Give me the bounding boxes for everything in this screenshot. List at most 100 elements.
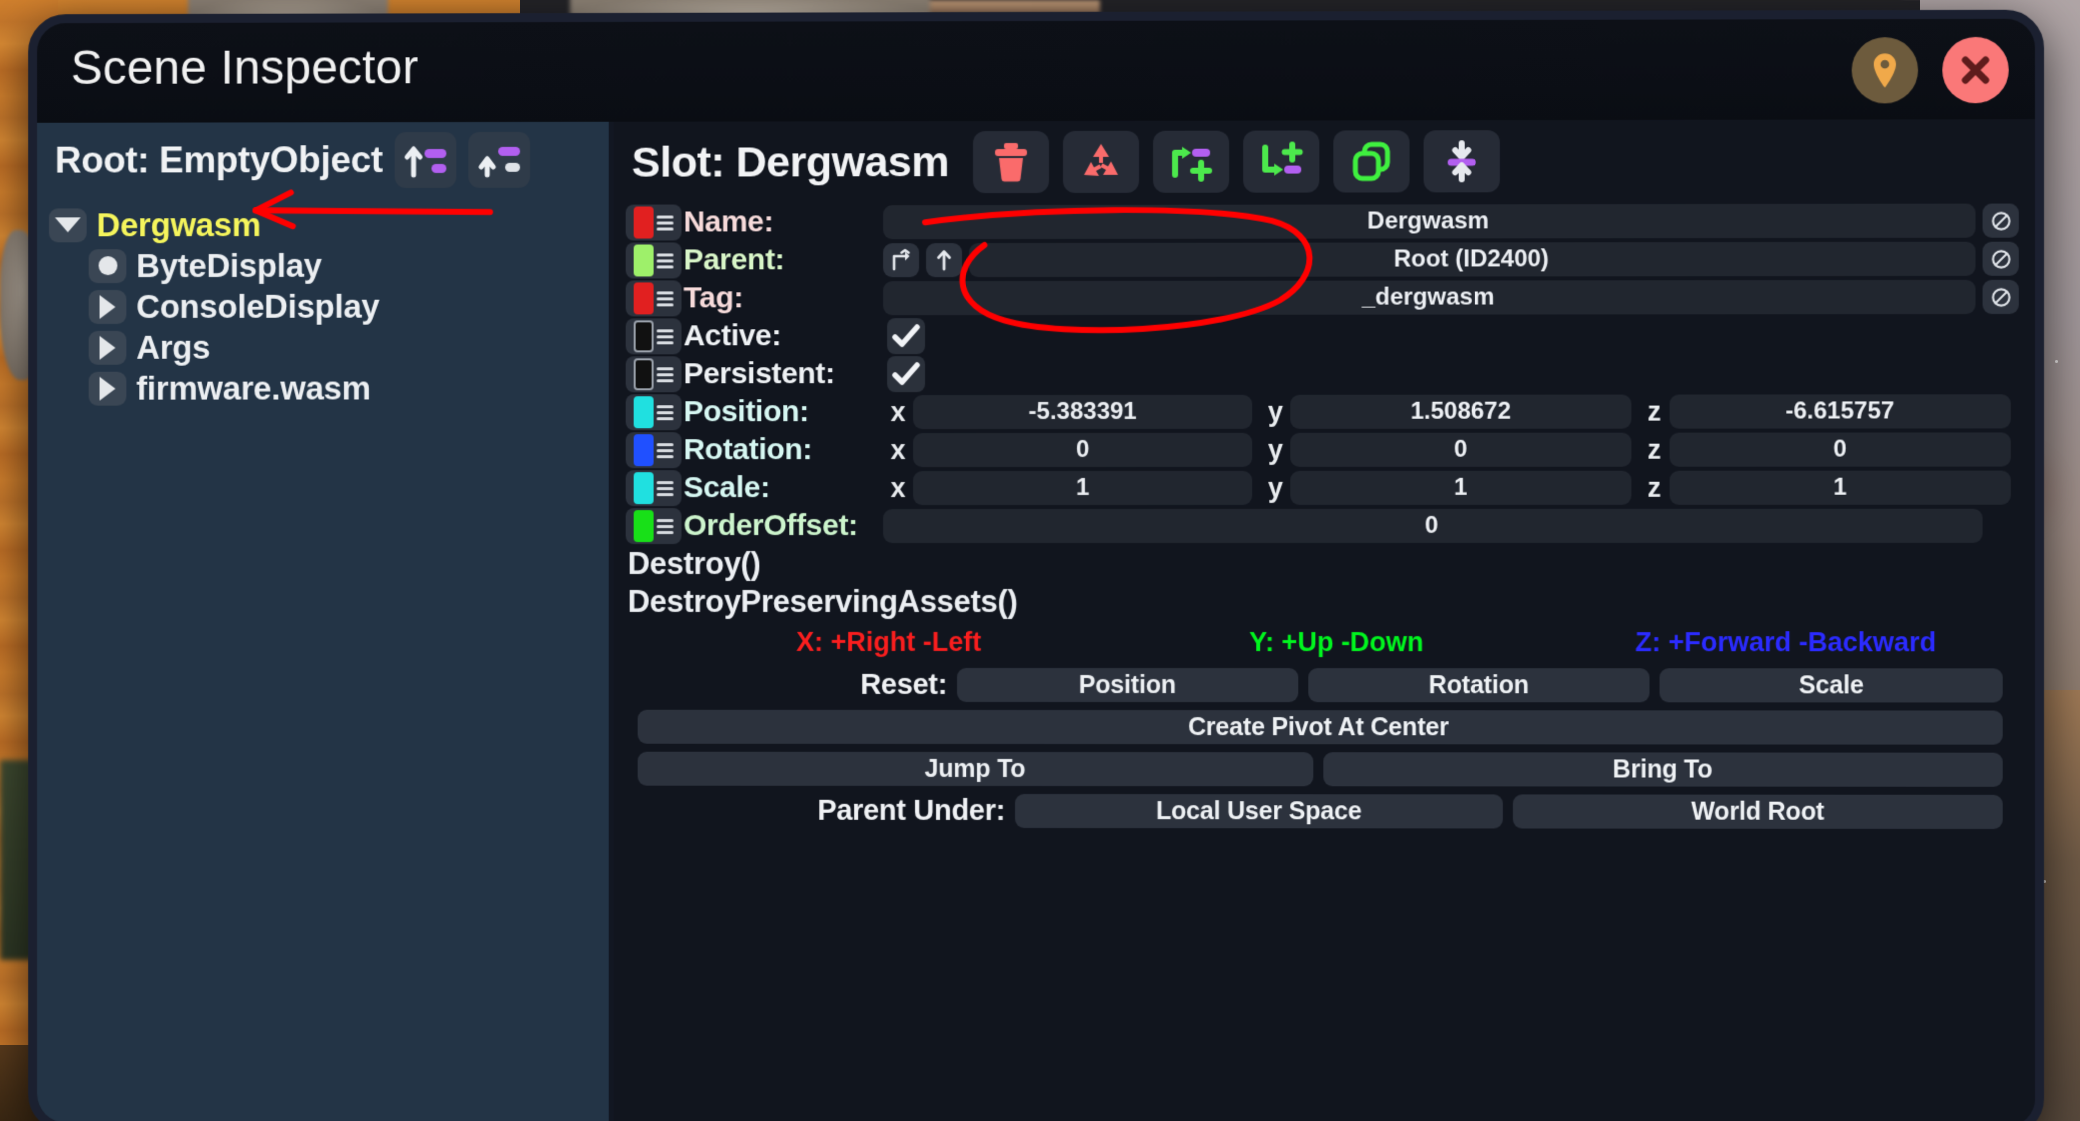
property-color-chip — [633, 206, 654, 239]
bring-to-button[interactable]: Bring To — [1323, 752, 2003, 787]
add-child-slot-button[interactable] — [1153, 130, 1230, 193]
parent-under-row: Parent Under: Local User Space World Root — [626, 791, 2019, 832]
property-color-chip — [633, 358, 654, 391]
set-null-button[interactable] — [1982, 203, 2019, 238]
property-handle-scale[interactable] — [625, 470, 682, 507]
collapse-button[interactable] — [1423, 130, 1500, 193]
property-handle-name[interactable] — [625, 204, 682, 241]
property-handle-position[interactable] — [625, 394, 682, 431]
triangle-down-icon — [54, 217, 81, 233]
duplicate-recycle-button[interactable] — [1062, 130, 1140, 193]
tree-item-firmware-wasm[interactable]: firmware.wasm — [47, 367, 609, 408]
close-button[interactable] — [1942, 36, 2009, 104]
property-color-chip — [633, 244, 654, 277]
parent-under-world-root-button[interactable]: World Root — [1512, 794, 2003, 829]
property-color-chip — [633, 320, 654, 353]
vector-fields: x1y1z1 — [883, 470, 2019, 506]
drag-handle-icon — [656, 442, 674, 458]
input-rotation-x[interactable]: 0 — [913, 432, 1253, 468]
jump-to-button[interactable]: Jump To — [637, 751, 1314, 787]
drag-handle-icon — [656, 366, 674, 382]
window-titlebar: Scene Inspector — [37, 18, 2035, 123]
tree-item-consoledisplay[interactable]: ConsoleDisplay — [47, 285, 609, 326]
add-sibling-slot-button[interactable] — [1243, 130, 1320, 193]
input-rotation-y[interactable]: 0 — [1290, 432, 1632, 467]
property-label: Name: — [683, 205, 774, 239]
triangle-right-icon[interactable] — [88, 289, 127, 324]
property-label-group: Position: — [625, 394, 883, 431]
property-label: Position: — [683, 395, 809, 429]
dot-icon — [98, 256, 117, 276]
input-name[interactable]: Dergwasm — [883, 203, 1976, 240]
arrow-up-icon — [937, 250, 952, 271]
triangle-right-icon — [99, 294, 116, 319]
property-row-tag: Tag: _dergwasm — [625, 278, 2019, 318]
slot-inspector-panel: Slot: Dergwasm Name: Dergwasm Parent: Ro… — [613, 119, 2035, 1121]
tree-item-label: Dergwasm — [96, 205, 261, 243]
arrow-corner-plus-icon — [1259, 141, 1303, 176]
input-parent[interactable]: Root (ID2400) — [969, 241, 1976, 278]
parent-under-local-user-space-button[interactable]: Local User Space — [1015, 793, 1503, 829]
set-null-button[interactable] — [1982, 279, 2019, 315]
location-pin-button[interactable] — [1851, 37, 1919, 104]
tree-item-dergwasm[interactable]: Dergwasm — [47, 204, 609, 246]
move-up-button[interactable] — [926, 243, 963, 278]
axis-label-z: z — [1647, 396, 1661, 427]
property-label-group: Parent: — [625, 242, 883, 279]
triangle-right-icon[interactable] — [88, 330, 127, 365]
checkbox-persistent[interactable] — [887, 356, 926, 393]
reset-scale-button[interactable]: Scale — [1659, 668, 2003, 703]
delete-slot-button[interactable] — [972, 130, 1049, 194]
move-up-button[interactable] — [468, 131, 531, 188]
method-button-destroypreservingassets[interactable]: DestroyPreservingAssets() — [626, 583, 2019, 621]
tree-item-label: firmware.wasm — [136, 369, 371, 407]
input-position-y[interactable]: 1.508672 — [1290, 394, 1632, 429]
property-value-group: _dergwasm — [883, 279, 2019, 316]
tree-item-bytedisplay[interactable]: ByteDisplay — [47, 245, 609, 287]
dot-icon[interactable] — [88, 248, 127, 283]
goto-parent-button[interactable] — [883, 243, 920, 278]
property-handle-tag[interactable] — [625, 280, 682, 317]
input-scale-z[interactable]: 1 — [1669, 470, 2011, 505]
axis-label-x: x — [890, 434, 906, 465]
triangle-right-icon[interactable] — [88, 371, 127, 406]
property-row-position: Position: x -5.383391 y 1.508672 z -6.615757 — [625, 392, 2019, 431]
input-scale-x[interactable]: 1 — [913, 470, 1253, 506]
tree-item-args[interactable]: Args — [47, 326, 609, 367]
input-tag[interactable]: _dergwasm — [883, 279, 1976, 316]
null-icon — [1989, 285, 2012, 308]
parent-under-label: Parent Under: — [817, 794, 1006, 827]
property-color-chip — [633, 510, 654, 543]
input-position-x[interactable]: -5.383391 — [913, 394, 1253, 430]
property-handle-active[interactable] — [625, 318, 682, 355]
property-handle-parent[interactable] — [625, 242, 682, 279]
triangle-down-icon[interactable] — [48, 207, 87, 242]
property-label-group: Name: — [625, 204, 883, 241]
property-handle-rotation[interactable] — [625, 432, 682, 469]
create-pivot-at-center-button[interactable]: Create Pivot At Center — [637, 709, 2003, 745]
method-button-destroy[interactable]: Destroy() — [626, 545, 2019, 583]
input-scale-y[interactable]: 1 — [1290, 470, 1632, 505]
property-handle-persistent[interactable] — [625, 356, 682, 393]
checkbox-active[interactable] — [887, 318, 926, 355]
property-handle-orderoffset[interactable] — [625, 508, 682, 545]
tree-item-label: ConsoleDisplay — [136, 287, 380, 325]
input-orderoffset[interactable]: 0 — [883, 508, 1983, 544]
duplicate-slot-button[interactable] — [1333, 130, 1410, 193]
window-content: Root: EmptyObject Dergwasm ByteDisplay C… — [37, 119, 2035, 1121]
arrow-up-small-with-rows-icon — [476, 146, 521, 178]
background-star — [2055, 360, 2058, 363]
property-label-group: OrderOffset: — [625, 508, 883, 545]
property-row-parent: Parent: Root (ID2400) — [625, 240, 2019, 280]
drag-handle-icon — [656, 480, 674, 496]
set-null-button[interactable] — [1982, 241, 2019, 276]
property-label: Rotation: — [683, 433, 813, 467]
input-rotation-z[interactable]: 0 — [1669, 432, 2011, 467]
drag-handle-icon — [656, 215, 674, 231]
triangle-right-icon — [99, 335, 116, 360]
reset-position-button[interactable]: Position — [957, 667, 1298, 703]
move-up-to-parent-button[interactable] — [394, 132, 457, 188]
scene-inspector-window: Scene Inspector Root: EmptyObject Dergwa… — [28, 9, 2045, 1121]
input-position-z[interactable]: -6.615757 — [1669, 394, 2011, 429]
reset-rotation-button[interactable]: Rotation — [1307, 668, 1650, 703]
